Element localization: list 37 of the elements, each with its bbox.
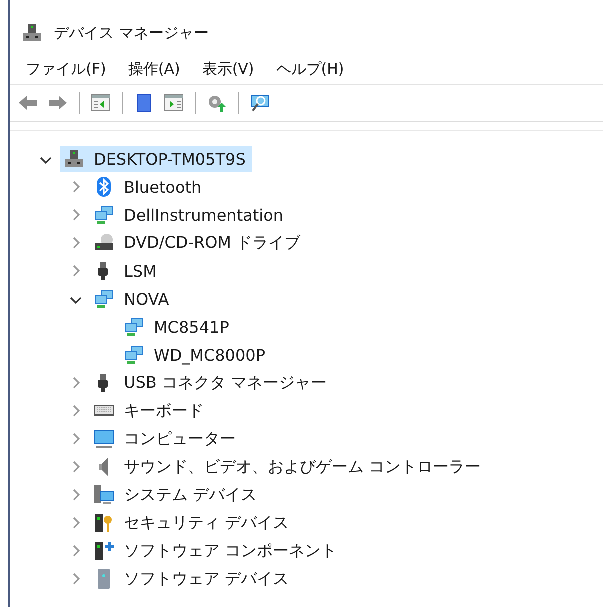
window-title: デバイス マネージャー [54,24,209,42]
network-icon [94,205,114,225]
tree-item[interactable]: ソフトウェア デバイス [90,566,296,592]
tree-item[interactable]: セキュリティ デバイス [90,510,296,536]
monitor-icon [94,429,114,449]
device-manager-icon [22,23,42,43]
tree-item[interactable]: ソフトウェア コンポーネント [90,538,344,564]
tree-item[interactable]: システム デバイス [90,482,264,508]
drive-icon [94,233,114,253]
software-component-icon [94,541,114,561]
menu-item[interactable]: ヘルプ(H) [266,60,354,78]
panel-right-icon[interactable] [164,93,184,113]
tree-item[interactable]: サウンド、ビデオ、およびゲーム コントローラー [90,454,488,480]
panel-left-icon[interactable] [91,93,111,113]
tree-item[interactable]: コンピューター [90,426,242,452]
monitor-search-icon[interactable] [250,93,270,113]
tree-item[interactable]: Bluetooth [90,174,208,200]
tree-item[interactable]: WD_MC8000P [120,342,272,368]
tree-item[interactable]: キーボード [90,398,210,424]
gear-upload-icon[interactable] [207,93,227,113]
tree-item[interactable]: DVD/CD-ROM ドライブ [90,230,307,256]
security-key-icon [94,513,114,533]
bluetooth-icon [94,177,114,197]
tree-item[interactable]: NOVA [90,286,176,312]
tree-item[interactable]: DESKTOP-TM05T9S [60,146,252,172]
menu-item[interactable]: ファイル(F) [16,60,116,78]
computer-icon [64,149,84,169]
tree-item[interactable]: LSM [90,258,163,284]
menu-item[interactable]: 表示(V) [192,60,264,78]
menu-item[interactable]: 操作(A) [118,60,190,78]
system-devices-icon [94,485,114,505]
network-icon [124,317,144,337]
network-icon [94,289,114,309]
tree-item[interactable]: USB コネクタ マネージャー [90,370,334,396]
network-icon [124,345,144,365]
tree-item[interactable]: DellInstrumentation [90,202,290,228]
tree-item[interactable]: MC8541P [120,314,236,340]
